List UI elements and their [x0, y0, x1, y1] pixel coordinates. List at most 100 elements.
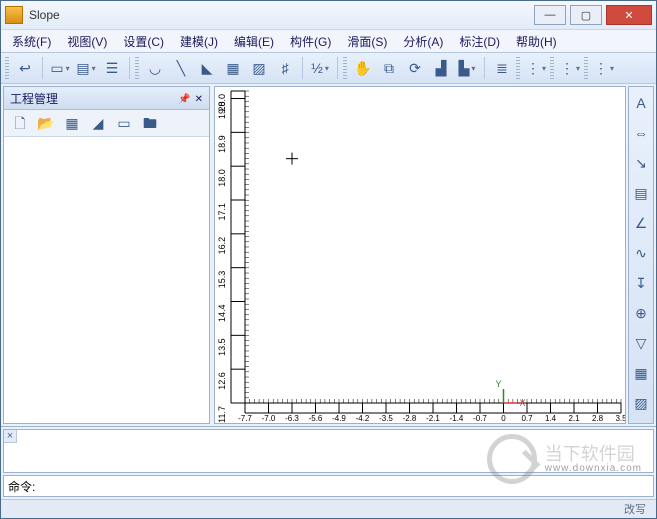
region-icon[interactable]: ▨: [247, 56, 271, 80]
svg-text:13.5: 13.5: [217, 338, 227, 356]
svg-text:17.1: 17.1: [217, 203, 227, 221]
svg-text:3.5: 3.5: [615, 414, 625, 423]
menu-view[interactable]: 视图(V): [60, 31, 114, 52]
dimension-icon[interactable]: ⇔: [629, 121, 653, 145]
line-icon[interactable]: ╲: [169, 56, 193, 80]
menu-system[interactable]: 系统(F): [5, 31, 58, 52]
anchor-icon[interactable]: ↧: [629, 271, 653, 295]
svg-text:-3.5: -3.5: [379, 414, 393, 423]
close-button[interactable]: ✕: [606, 5, 652, 25]
svg-text:-7.0: -7.0: [262, 414, 276, 423]
svg-text:Y: Y: [495, 379, 501, 389]
menubar: 系统(F) 视图(V) 设置(C) 建模(J) 编辑(E) 构件(G) 滑面(S…: [1, 30, 656, 53]
panel-close-icon[interactable]: [195, 91, 203, 105]
svg-text:X: X: [520, 398, 526, 408]
chart-icon[interactable]: ▟: [429, 56, 453, 80]
fraction-icon[interactable]: ½: [308, 56, 332, 80]
svg-text:1.4: 1.4: [545, 414, 557, 423]
svg-text:2.1: 2.1: [568, 414, 580, 423]
svg-text:-2.1: -2.1: [426, 414, 440, 423]
menu-edit[interactable]: 编辑(E): [227, 31, 281, 52]
section-icon[interactable]: ▭: [112, 111, 136, 135]
undo-icon[interactable]: ↩: [13, 56, 37, 80]
more3-icon[interactable]: ⋮: [592, 56, 616, 80]
command-label: 命令:: [8, 478, 35, 495]
svg-text:-6.3: -6.3: [285, 414, 299, 423]
toolbar-grip[interactable]: [5, 57, 9, 79]
window-controls: — ▢ ✕: [534, 5, 652, 25]
svg-text:15.3: 15.3: [217, 271, 227, 289]
separator: [129, 57, 130, 79]
angle-icon[interactable]: ∠: [629, 211, 653, 235]
text-icon[interactable]: A: [629, 91, 653, 115]
svg-text:-1.4: -1.4: [450, 414, 464, 423]
copy-icon[interactable]: ⧉: [377, 56, 401, 80]
message-close-icon[interactable]: ×: [4, 430, 17, 443]
status-bar: 改写: [1, 499, 656, 518]
grid-icon[interactable]: ♯: [273, 56, 297, 80]
toolbar-grip[interactable]: [343, 57, 347, 79]
body: 工程管理 🗋 📂 ▦ ◢ ▭ 🖿 11.712.613.514.415.316.…: [1, 84, 656, 426]
menu-help[interactable]: 帮助(H): [509, 31, 564, 52]
toolbar-grip[interactable]: [516, 57, 520, 79]
menu-surface[interactable]: 滑面(S): [340, 31, 394, 52]
separator: [484, 57, 485, 79]
area-icon[interactable]: ▙: [455, 56, 479, 80]
open-file-icon[interactable]: 📂: [34, 111, 58, 135]
legend-icon[interactable]: ▦: [629, 361, 653, 385]
rotate-icon[interactable]: ⟳: [403, 56, 427, 80]
app-window: Slope — ▢ ✕ 系统(F) 视图(V) 设置(C) 建模(J) 编辑(E…: [0, 0, 657, 519]
table-icon[interactable]: ▦: [60, 111, 84, 135]
level-icon[interactable]: ⊕: [629, 301, 653, 325]
command-input[interactable]: [39, 478, 649, 494]
menu-analysis[interactable]: 分析(A): [396, 31, 450, 52]
pin-icon[interactable]: [178, 91, 190, 105]
right-toolbar: A ⇔ ↘ ▤ ∠ ∿ ↧ ⊕ ▽ ▦ ▨: [628, 86, 654, 424]
hatch-icon[interactable]: ▦: [221, 56, 245, 80]
svg-text:-4.9: -4.9: [332, 414, 346, 423]
menu-model[interactable]: 建模(J): [173, 31, 225, 52]
layer-icon[interactable]: ▭: [48, 56, 72, 80]
titlebar: Slope — ▢ ✕: [1, 1, 656, 30]
layer2-icon[interactable]: ▤: [74, 56, 98, 80]
folder-icon[interactable]: 🖿: [138, 111, 162, 135]
elev-icon[interactable]: ▽: [629, 331, 653, 355]
note-icon[interactable]: ▤: [629, 181, 653, 205]
minimize-button[interactable]: —: [534, 5, 566, 25]
project-panel-title: 工程管理: [4, 87, 209, 110]
toolbar-grip[interactable]: [584, 57, 588, 79]
separator: [302, 57, 303, 79]
status-right: 改写: [624, 501, 646, 517]
props-icon[interactable]: ≣: [490, 56, 514, 80]
hand-icon[interactable]: ✋: [351, 56, 375, 80]
toolbar-grip[interactable]: [135, 57, 139, 79]
more1-icon[interactable]: ⋮: [524, 56, 548, 80]
menu-component[interactable]: 构件(G): [283, 31, 338, 52]
svg-text:16.2: 16.2: [217, 237, 227, 255]
app-icon: [5, 6, 23, 24]
hatch2-icon[interactable]: ▨: [629, 391, 653, 415]
edge-icon[interactable]: ◣: [195, 56, 219, 80]
list-icon[interactable]: ☰: [100, 56, 124, 80]
separator: [42, 57, 43, 79]
new-file-icon[interactable]: 🗋: [8, 111, 32, 135]
curve-icon[interactable]: ∿: [629, 241, 653, 265]
svg-text:20.0: 20.0: [217, 94, 227, 112]
project-toolbar: 🗋 📂 ▦ ◢ ▭ 🖿: [4, 110, 209, 137]
more2-icon[interactable]: ⋮: [558, 56, 582, 80]
arc-icon[interactable]: ◡: [143, 56, 167, 80]
message-box[interactable]: ×: [3, 429, 654, 473]
drawing-canvas[interactable]: 11.712.613.514.415.316.217.118.018.919.8…: [214, 86, 626, 424]
menu-settings[interactable]: 设置(C): [116, 31, 171, 52]
window-title: Slope: [29, 8, 534, 22]
svg-text:-0.7: -0.7: [473, 414, 487, 423]
svg-text:12.6: 12.6: [217, 372, 227, 390]
menu-annotate[interactable]: 标注(D): [452, 31, 507, 52]
bottom-area: × 命令:: [1, 426, 656, 499]
toolbar-grip[interactable]: [550, 57, 554, 79]
leader-icon[interactable]: ↘: [629, 151, 653, 175]
svg-text:14.4: 14.4: [217, 305, 227, 323]
maximize-button[interactable]: ▢: [570, 5, 602, 25]
project-tree[interactable]: [4, 137, 209, 423]
slope-icon[interactable]: ◢: [86, 111, 110, 135]
